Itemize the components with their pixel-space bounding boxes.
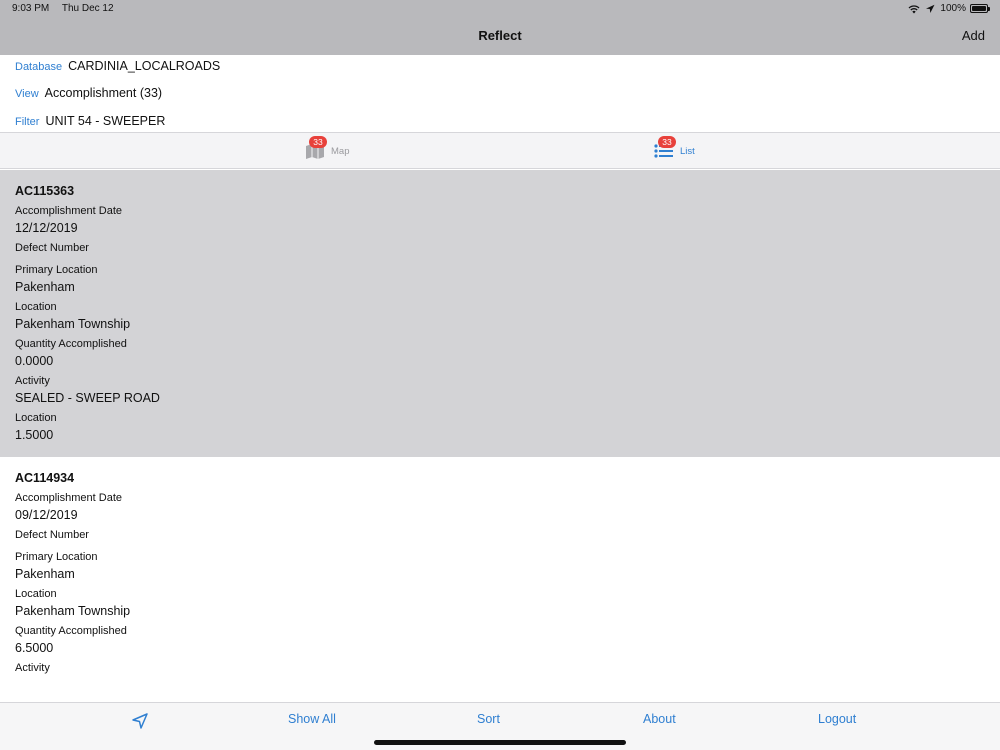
view-mode-tabs: 33 Map 33 List (0, 132, 1000, 169)
navigation-bar: 9:03 PM Thu Dec 12 100% Reflect Add (0, 0, 1000, 55)
tab-map[interactable]: 33 Map (0, 133, 500, 170)
field-label: Quantity Accomplished (15, 338, 127, 350)
sort-button[interactable]: Sort (477, 712, 500, 726)
status-time-date: 9:03 PM Thu Dec 12 (12, 3, 124, 14)
field-value: SEALED - SWEEP ROAD (15, 391, 160, 405)
map-count-badge: 33 (309, 136, 327, 148)
field-label: Primary Location (15, 551, 98, 563)
view-label: View (15, 88, 39, 100)
field-value: Pakenham Township (15, 317, 131, 331)
database-label: Database (15, 61, 63, 73)
map-icon: 33 (305, 136, 327, 160)
about-button[interactable]: About (643, 712, 676, 726)
add-button[interactable]: Add (962, 28, 985, 43)
list-icon: 33 (654, 136, 676, 160)
field-label: Activity (15, 375, 50, 387)
field-label: Accomplishment Date (15, 492, 122, 504)
filter-value: UNIT 54 - SWEEPER (45, 114, 166, 128)
field-value: 12/12/2019 (15, 221, 78, 235)
database-row[interactable]: Database CARDINIA_LOCALROADS (15, 59, 220, 73)
tab-list[interactable]: 33 List (500, 133, 1000, 170)
filter-label: Filter (15, 116, 40, 128)
field-label: Activity (15, 662, 50, 674)
context-info: Database CARDINIA_LOCALROADS View Accomp… (0, 55, 1000, 132)
field-label: Location (15, 412, 57, 424)
field-value: 0.0000 (15, 354, 54, 368)
field-label: Primary Location (15, 264, 98, 276)
tab-list-label: List (680, 145, 695, 157)
record-id: AC115363 (15, 184, 75, 198)
record-id: AC114934 (15, 471, 75, 485)
field-value: Pakenham (15, 567, 75, 581)
list-count-badge: 33 (658, 136, 676, 148)
status-time: 9:03 PM (12, 3, 50, 14)
filter-row[interactable]: Filter UNIT 54 - SWEEPER (15, 114, 165, 128)
field-label: Location (15, 588, 57, 600)
field-label: Quantity Accomplished (15, 625, 127, 637)
tab-map-label: Map (331, 145, 350, 157)
field-value: 6.5000 (15, 641, 54, 655)
view-value: Accomplishment (33) (44, 86, 163, 100)
page-title: Reflect (478, 28, 522, 43)
field-value: Pakenham (15, 280, 75, 294)
field-label: Defect Number (15, 242, 89, 254)
location-arrow-icon[interactable] (131, 712, 149, 730)
field-value: Pakenham Township (15, 604, 131, 618)
field-value: 1.5000 (15, 428, 54, 442)
battery-icon (970, 4, 990, 13)
battery-percent: 100% (940, 3, 966, 14)
status-date: Thu Dec 12 (61, 3, 114, 14)
list-item[interactable]: AC115363 Accomplishment Date 12/12/2019 … (0, 170, 1000, 457)
status-indicators: 100% (908, 3, 990, 14)
field-value: 09/12/2019 (15, 508, 78, 522)
list-item[interactable]: AC114934 Accomplishment Date 09/12/2019 … (0, 457, 1000, 702)
field-label: Location (15, 301, 57, 313)
field-label: Defect Number (15, 529, 89, 541)
home-indicator[interactable] (374, 740, 626, 745)
field-label: Accomplishment Date (15, 205, 122, 217)
view-row[interactable]: View Accomplishment (33) (15, 86, 162, 100)
wifi-icon (908, 4, 920, 13)
location-arrow-icon (926, 4, 935, 13)
show-all-button[interactable]: Show All (288, 712, 336, 726)
logout-button[interactable]: Logout (818, 712, 856, 726)
database-value: CARDINIA_LOCALROADS (68, 59, 221, 73)
